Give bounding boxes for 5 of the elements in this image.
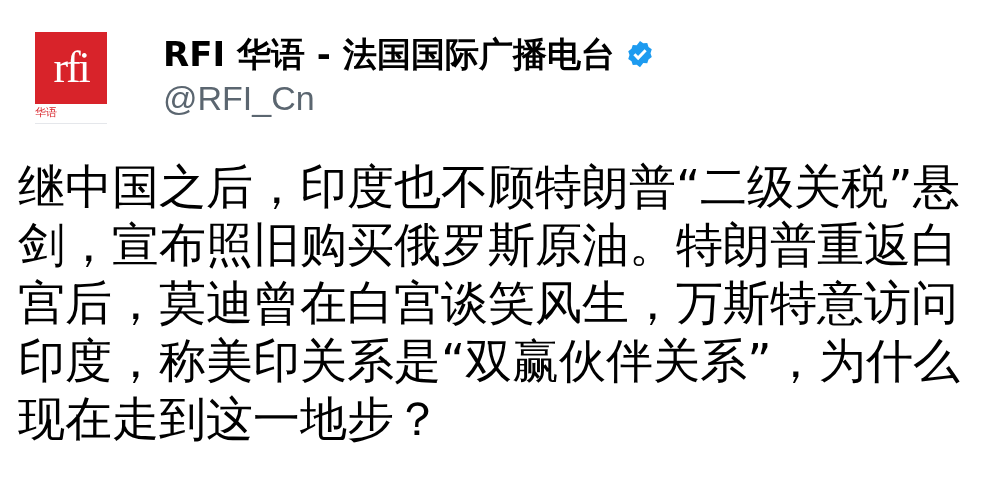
account-handle: @RFI_Cn [163, 78, 316, 119]
logo-caption: 华语 [35, 105, 58, 121]
logo-text: rfi [53, 46, 89, 90]
post-text: 继中国之后，印度也不顾特朗普“二级关税”悬剑，宣布照旧购买俄罗斯原油。特朗普重返白宫后，莫迪曾在白宫谈笑风生，万斯特意访问印度，称美印关系是“双赢伙伴关系”，为什么现在走到这一地步？ [18, 158, 961, 448]
account-name: RFI 华语 - 法国国际广播电台 [163, 33, 615, 76]
